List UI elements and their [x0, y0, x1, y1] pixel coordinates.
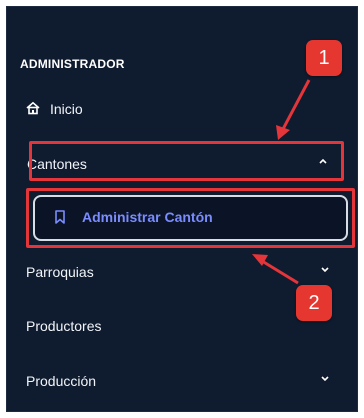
sidebar-item-label: Parroquias	[26, 264, 94, 280]
submenu-label: Administrar Cantón	[82, 209, 213, 225]
sidebar-item-label: Productores	[26, 318, 102, 334]
chevron-down-icon	[320, 373, 330, 386]
highlight-box-cantones	[29, 141, 344, 181]
sidebar-item-productores[interactable]: Productores	[26, 318, 226, 336]
sidebar-item-label: Producción	[26, 373, 97, 389]
home-icon	[26, 101, 40, 115]
annotation-badge-2: 2	[296, 285, 332, 321]
annotation-badge-1: 1	[306, 40, 342, 76]
sidebar-item-produccion[interactable]: Producción	[26, 373, 331, 391]
sidebar-item-parroquias[interactable]: Parroquias	[26, 264, 331, 282]
sidebar-item-inicio[interactable]: Inicio	[26, 101, 146, 119]
section-title: ADMINISTRADOR	[20, 57, 125, 71]
submenu-item-administrar-canton[interactable]: Administrar Cantón	[33, 195, 348, 241]
sidebar-item-label: Inicio	[50, 101, 83, 117]
bookmark-icon	[54, 210, 66, 229]
chevron-down-icon	[320, 264, 330, 277]
